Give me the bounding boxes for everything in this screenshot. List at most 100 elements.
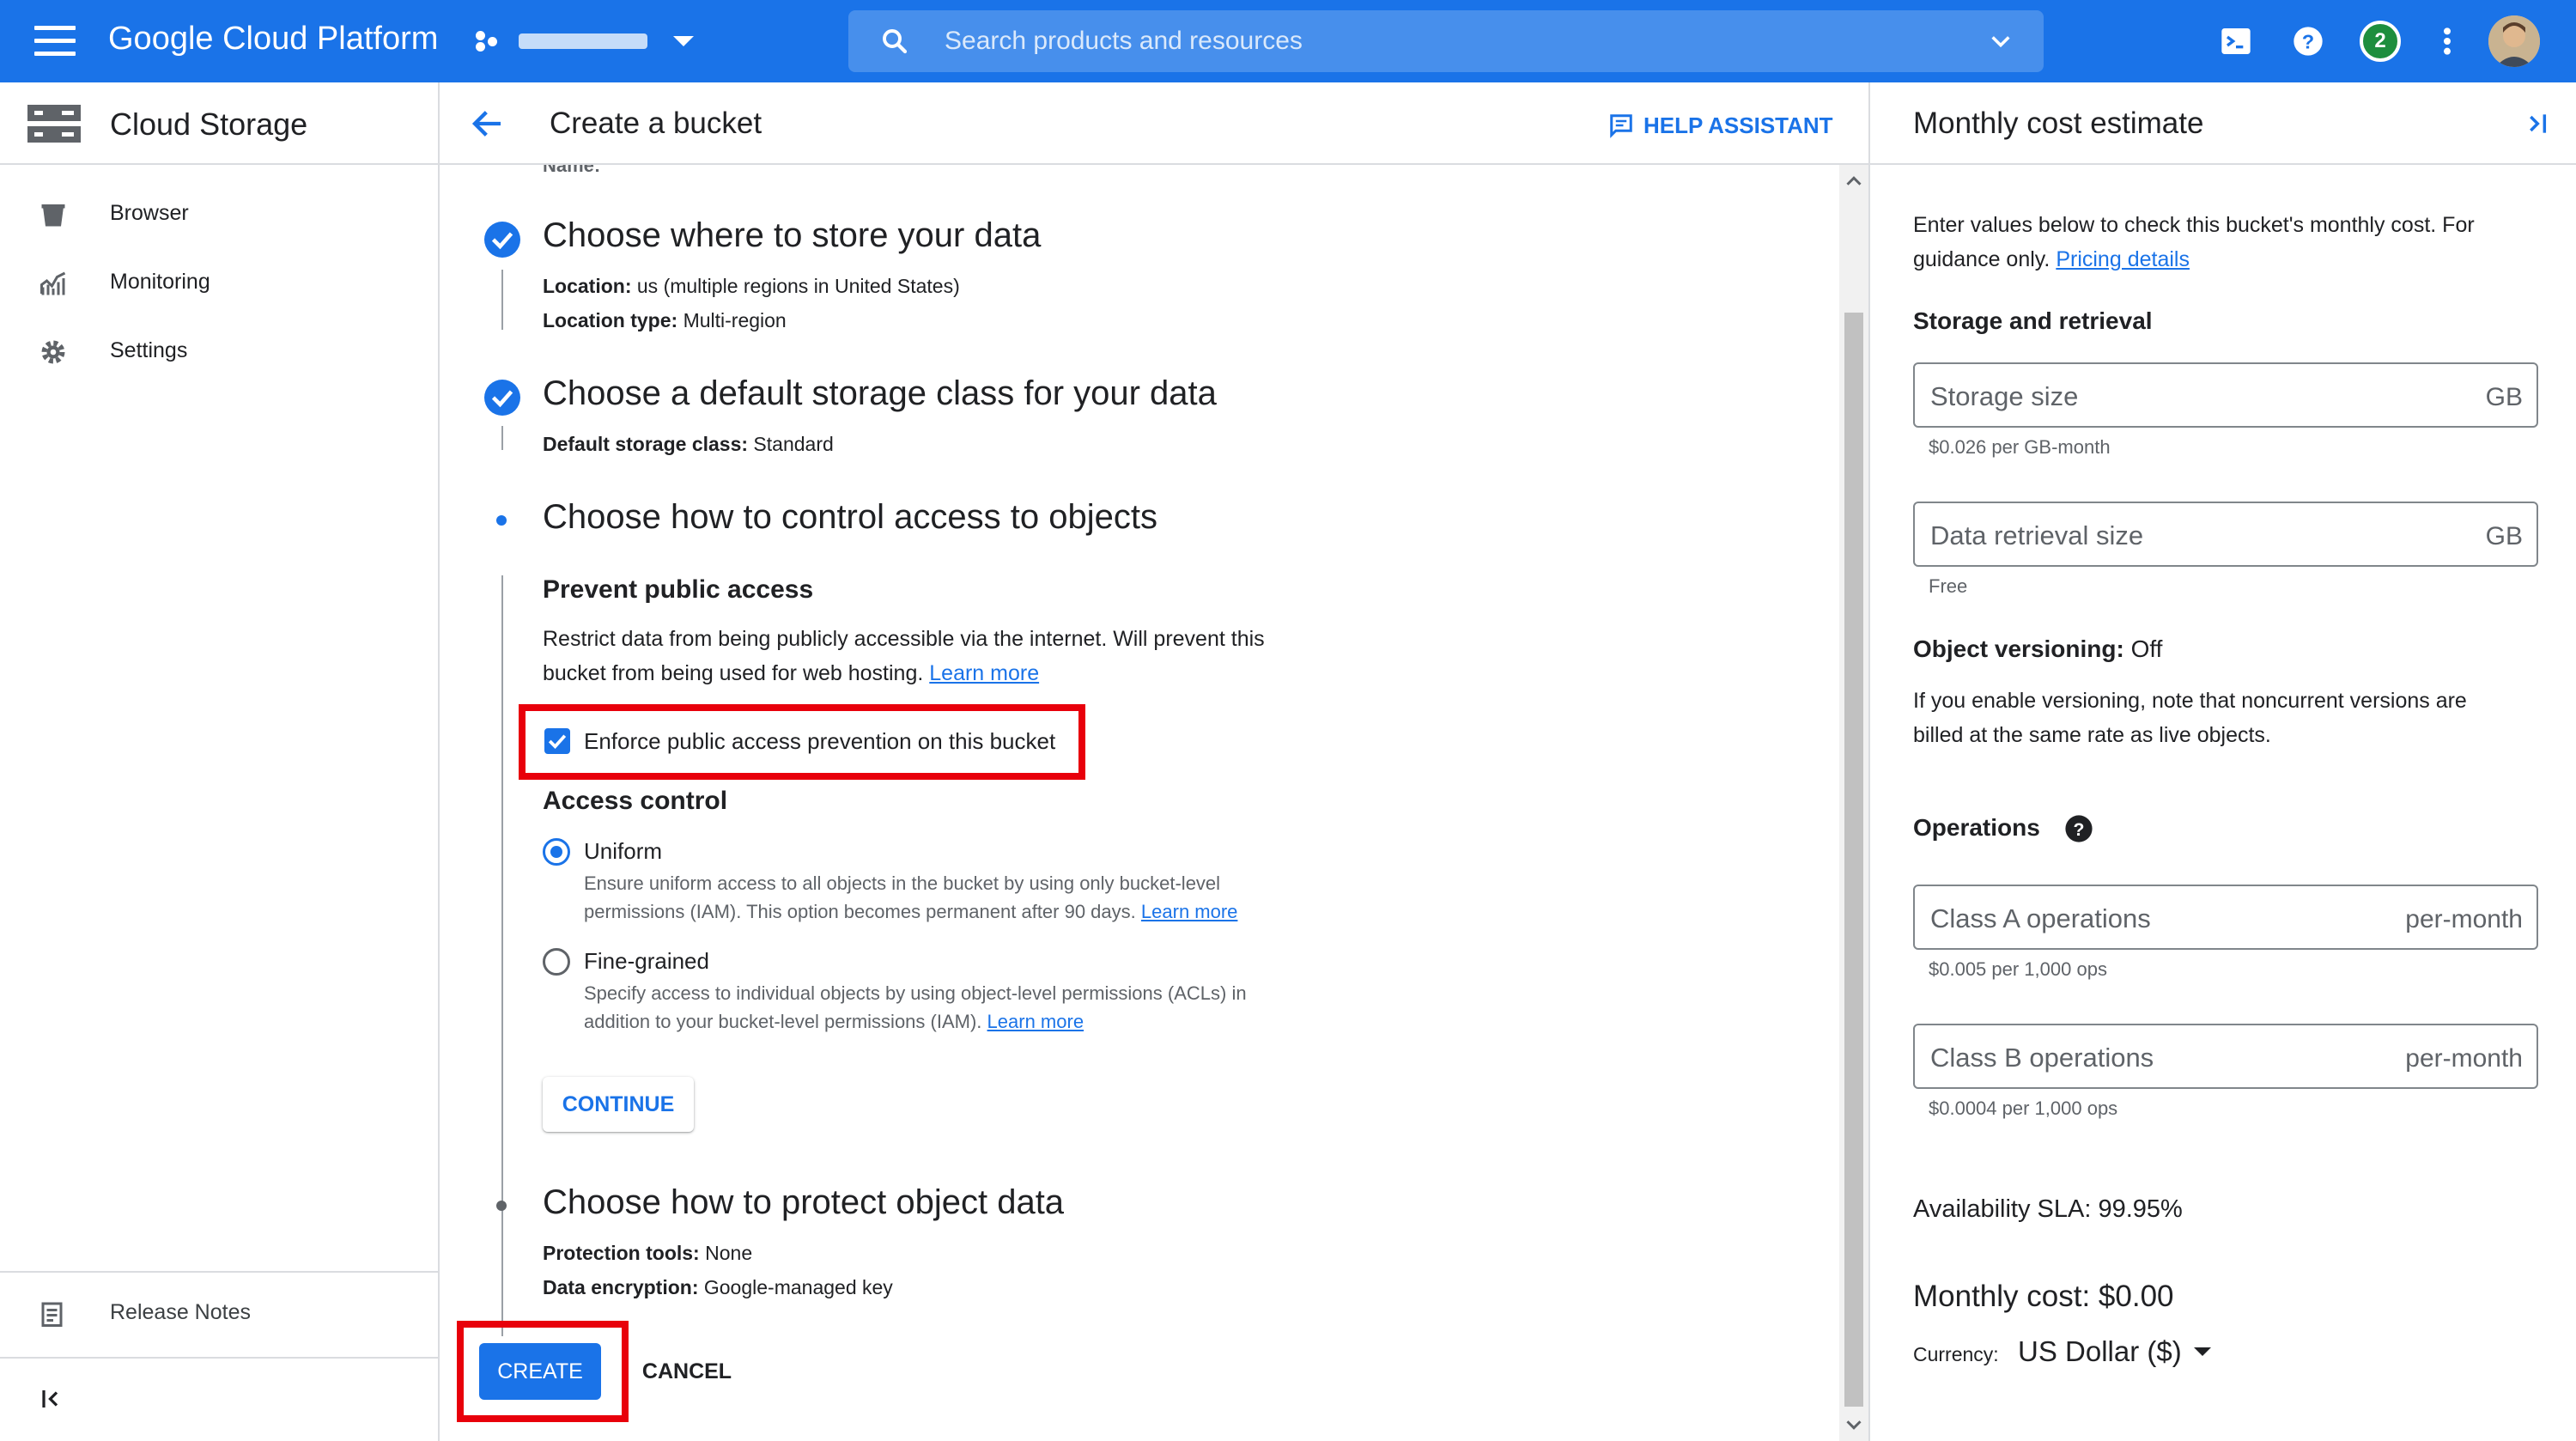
sidebar-item-label: Release Notes	[110, 1300, 251, 1324]
project-picker[interactable]	[476, 22, 694, 60]
help-assistant-button[interactable]: HELP ASSISTANT	[1607, 110, 1833, 141]
learn-more-link[interactable]: Learn more	[929, 661, 1039, 685]
fine-grained-radio[interactable]	[543, 948, 570, 976]
summary-value: None	[705, 1242, 753, 1264]
storage-size-field[interactable]: GB	[1913, 362, 2538, 428]
desc-line: bucket from being used for web hosting.	[543, 661, 924, 685]
summary-label: Default storage class:	[543, 433, 749, 455]
step-active-dot	[496, 515, 507, 526]
intro-line: guidance only.	[1913, 247, 2050, 271]
page-title: Create a bucket	[550, 106, 762, 140]
hamburger-icon	[34, 52, 76, 56]
step-connector	[501, 270, 503, 330]
divider	[0, 1271, 438, 1273]
unit-suffix: GB	[2485, 383, 2523, 411]
sidebar-item-release-notes[interactable]: Release Notes	[0, 1280, 438, 1348]
chat-icon	[1610, 114, 1632, 138]
versioning-value: Off	[2130, 635, 2163, 662]
scroll-thumb[interactable]	[1844, 313, 1863, 1407]
notifications-badge[interactable]: 2	[2360, 21, 2401, 62]
intro-line: Enter values below to check this bucket'…	[1913, 213, 2475, 237]
data-encryption-summary: Data encryption: Google-managed key	[543, 1276, 893, 1299]
step-complete-check-icon	[484, 222, 520, 258]
step-title-storage-class[interactable]: Choose a default storage class for your …	[543, 374, 1217, 413]
scroll-up-icon[interactable]	[1839, 168, 1868, 194]
availability-sla: Availability SLA: 99.95%	[1913, 1195, 2183, 1223]
summary-value: Google-managed key	[703, 1276, 893, 1298]
scroll-down-icon[interactable]	[1839, 1412, 1868, 1438]
storage-price-hint: $0.026 per GB-month	[1929, 436, 2111, 458]
storage-retrieval-title: Storage and retrieval	[1913, 307, 2153, 334]
fine-grained-desc: Specify access to individual objects by …	[584, 979, 1322, 1036]
main-menu-button[interactable]	[34, 26, 76, 57]
more-vert-icon[interactable]	[2430, 24, 2464, 58]
avatar[interactable]	[2488, 15, 2540, 67]
prevent-public-access-title: Prevent public access	[543, 575, 814, 604]
step-connector	[501, 426, 503, 450]
class-b-ops-field[interactable]: per-month	[1913, 1024, 2538, 1089]
bucket-name-summary: Name:	[543, 165, 600, 177]
panel-title: Monthly cost estimate	[1913, 106, 2204, 140]
summary-label: Name:	[543, 165, 601, 176]
sidebar-item-label: Settings	[110, 338, 188, 362]
desc-line: billed at the same rate as live objects.	[1913, 723, 2271, 747]
cost-estimate-panel: Monthly cost estimate Enter values below…	[1868, 82, 2576, 1441]
project-name-redacted	[519, 33, 647, 49]
enforce-public-access-label[interactable]: Enforce public access prevention on this…	[584, 728, 1055, 755]
unit-suffix: per-month	[2405, 905, 2523, 933]
back-arrow-icon[interactable]	[471, 106, 505, 141]
desc-line: Restrict data from being publicly access…	[543, 627, 1265, 651]
retrieval-size-field[interactable]: GB	[1913, 502, 2538, 567]
search-input[interactable]	[945, 22, 1889, 60]
panel-header: Monthly cost estimate	[1870, 82, 2576, 165]
enforce-public-access-checkbox[interactable]	[544, 728, 570, 754]
form-scrollbar[interactable]	[1839, 165, 1868, 1441]
chevron-down-icon[interactable]	[1987, 29, 2014, 53]
learn-more-link[interactable]: Learn more	[1141, 901, 1238, 922]
currency-select[interactable]: US Dollar ($)	[2018, 1335, 2211, 1369]
uniform-label[interactable]: Uniform	[584, 838, 662, 865]
sidebar-item-monitoring[interactable]: Monitoring	[0, 249, 438, 318]
step-title-protect[interactable]: Choose how to protect object data	[543, 1183, 1064, 1222]
step-title-location[interactable]: Choose where to store your data	[543, 216, 1041, 255]
summary-value: us (multiple regions in United States)	[636, 275, 960, 297]
search-icon	[883, 29, 908, 54]
sidebar-item-browser[interactable]: Browser	[0, 180, 438, 249]
brand-title[interactable]: Google Cloud Platform	[108, 21, 438, 58]
left-nav: Cloud Storage Browser Monitoring Setting…	[0, 82, 440, 1441]
collapse-panel-icon[interactable]	[2523, 110, 2550, 137]
user-photo-icon	[2488, 15, 2540, 67]
class-a-price-hint: $0.005 per 1,000 ops	[1929, 958, 2107, 980]
top-app-bar: Google Cloud Platform ? 2	[0, 0, 2576, 82]
storage-size-input[interactable]	[1930, 380, 2394, 414]
cloud-shell-icon[interactable]	[2219, 24, 2253, 58]
step-title-access[interactable]: Choose how to control access to objects	[543, 498, 1157, 537]
prevent-public-access-desc: Restrict data from being publicly access…	[543, 622, 1315, 690]
cancel-button[interactable]: CANCEL	[635, 1350, 738, 1393]
retrieval-size-input[interactable]	[1930, 519, 2394, 553]
sidebar-item-settings[interactable]: Settings	[0, 318, 438, 386]
help-assistant-label: HELP ASSISTANT	[1643, 112, 1833, 138]
class-a-ops-input[interactable]	[1930, 902, 2394, 936]
object-versioning-status: Object versioning: Off	[1913, 632, 2531, 666]
currency-label: Currency:	[1913, 1343, 1999, 1365]
help-icon[interactable]: ?	[2064, 814, 2093, 843]
monthly-cost: Monthly cost: $0.00	[1913, 1280, 2174, 1313]
unit-suffix: per-month	[2405, 1044, 2523, 1073]
learn-more-link[interactable]: Learn more	[987, 1011, 1084, 1032]
create-button[interactable]: CREATE	[479, 1343, 601, 1400]
continue-button[interactable]: CONTINUE	[543, 1077, 694, 1132]
collapse-nav-icon[interactable]	[39, 1386, 65, 1412]
class-b-ops-input[interactable]	[1930, 1041, 2394, 1075]
step-inactive-dot	[496, 1201, 507, 1211]
retrieval-price-hint: Free	[1929, 575, 1968, 597]
operations-title: Operations	[1913, 814, 2040, 841]
release-notes-icon	[41, 1302, 63, 1327]
search-bar[interactable]	[848, 10, 2044, 72]
uniform-radio[interactable]	[543, 838, 570, 866]
class-a-ops-field[interactable]: per-month	[1913, 885, 2538, 950]
help-icon[interactable]: ?	[2291, 24, 2325, 58]
sidebar-item-label: Browser	[110, 201, 189, 225]
fine-grained-label[interactable]: Fine-grained	[584, 948, 709, 975]
pricing-details-link[interactable]: Pricing details	[2056, 247, 2190, 271]
